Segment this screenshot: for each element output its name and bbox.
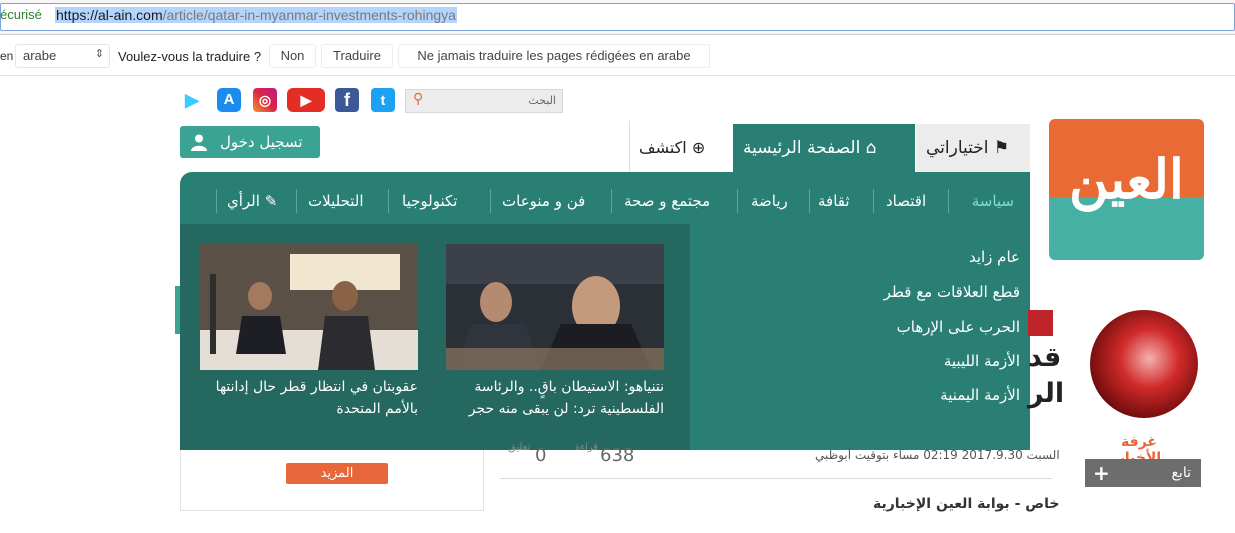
nav-item-sports[interactable]: رياضة bbox=[751, 192, 788, 210]
article-byline: خاص - بوابة العين الإخبارية bbox=[873, 496, 1060, 512]
home-tab-content: الصفحة الرئيسية ⌂ bbox=[743, 138, 877, 158]
views-label: قراءة bbox=[575, 442, 599, 453]
topic-link[interactable]: الحرب على الإرهاب bbox=[897, 318, 1020, 336]
twitter-icon[interactable]: t bbox=[371, 88, 395, 112]
topic-link[interactable]: الأزمة الليبية bbox=[944, 352, 1020, 370]
no-button[interactable]: Non bbox=[269, 44, 316, 68]
youtube-icon[interactable]: ▶ bbox=[287, 88, 325, 112]
tab-home[interactable]: الصفحة الرئيسية ⌂ bbox=[733, 124, 915, 172]
opinion-label: الرأي bbox=[227, 192, 260, 210]
comments-count: 0 bbox=[535, 445, 547, 466]
my-choices-label: اختياراتي bbox=[926, 138, 989, 158]
nav-divider bbox=[809, 189, 810, 213]
newsroom-avatar[interactable] bbox=[1090, 310, 1198, 418]
search-placeholder: البحث bbox=[528, 94, 556, 107]
url-text[interactable]: https://al-ain.com/article/qatar-in-myan… bbox=[55, 7, 457, 23]
translate-button[interactable]: Traduire bbox=[321, 44, 393, 68]
main-nav: سياسة اقتصاد ثقافة رياضة مجتمع و صحة فن … bbox=[180, 172, 1030, 224]
follow-label: تابع bbox=[1171, 465, 1191, 481]
nav-item-economy[interactable]: اقتصاد bbox=[886, 192, 926, 210]
nav-item-technology[interactable]: تكنولوجيا bbox=[402, 192, 457, 210]
search-input[interactable]: ⚲ البحث bbox=[405, 89, 563, 113]
more-button[interactable]: المزيد bbox=[286, 463, 388, 484]
nav-item-society[interactable]: مجتمع و صحة bbox=[624, 192, 710, 210]
url-path: /article/qatar-in-myanmar-investments-ro… bbox=[162, 7, 456, 23]
nav-divider bbox=[388, 189, 389, 213]
pen-icon: ✎ bbox=[264, 192, 278, 210]
news-image-1[interactable] bbox=[446, 244, 664, 370]
nav-divider bbox=[296, 189, 297, 213]
tab-my-choices[interactable]: اختياراتي ⚑ bbox=[916, 124, 1030, 172]
language-select[interactable]: arabe ⇕ bbox=[15, 44, 110, 68]
nav-item-arts[interactable]: فن و منوعات bbox=[502, 192, 585, 210]
discover-label: اكتشف bbox=[639, 138, 687, 157]
google-play-icon[interactable]: ▶ bbox=[180, 88, 204, 112]
discover-tab-content: اكتشف ⊕ bbox=[639, 138, 705, 157]
home-icon: ⌂ bbox=[865, 138, 877, 158]
translate-question: Voulez-vous la traduire ? bbox=[118, 49, 262, 64]
bookmark-icon: ⚑ bbox=[993, 138, 1010, 158]
article-date: السبت 2017.9.30 02:19 مساء بتوقيت أبوظبي bbox=[815, 448, 1060, 462]
login-button[interactable]: تسجيل دخول bbox=[180, 126, 320, 158]
search-icon[interactable]: ⚲ bbox=[413, 91, 423, 107]
headline-fragment: قد bbox=[1028, 342, 1062, 373]
facebook-icon[interactable]: f bbox=[335, 88, 359, 112]
side-tab[interactable] bbox=[175, 286, 180, 334]
nav-divider bbox=[216, 189, 217, 213]
login-label: تسجيل دخول bbox=[220, 133, 303, 151]
nav-divider bbox=[611, 189, 612, 213]
chevron-updown-icon: ⇕ bbox=[94, 48, 104, 60]
nav-item-culture[interactable]: ثقافة bbox=[818, 192, 850, 210]
nav-item-politics[interactable]: سياسة bbox=[972, 192, 1014, 210]
comments-label: تعليق bbox=[508, 442, 531, 453]
browser-address-bar: écurisé https://al-ain.com/article/qatar… bbox=[0, 0, 1235, 35]
never-translate-button[interactable]: Ne jamais traduire les pages rédigées en… bbox=[398, 44, 710, 68]
mine-tab-content: اختياراتي ⚑ bbox=[926, 138, 1009, 158]
home-label: الصفحة الرئيسية bbox=[743, 138, 861, 158]
topic-link[interactable]: الأزمة اليمنية bbox=[940, 386, 1020, 404]
follow-button[interactable]: + تابع bbox=[1085, 459, 1201, 487]
logo-text: العين bbox=[1069, 147, 1184, 211]
language-value: arabe bbox=[23, 48, 57, 63]
divider bbox=[500, 478, 1052, 479]
topics-list: عام زايد قطع العلاقات مع قطر الحرب على ا… bbox=[690, 224, 1030, 450]
nav-item-opinion[interactable]: الرأي ✎ bbox=[227, 192, 277, 210]
topic-link[interactable]: قطع العلاقات مع قطر bbox=[884, 283, 1020, 301]
nav-divider bbox=[737, 189, 738, 213]
nav-divider bbox=[948, 189, 949, 213]
nav-divider bbox=[490, 189, 491, 213]
instagram-icon[interactable]: ◎ bbox=[253, 88, 277, 112]
views-count: 638 bbox=[600, 445, 635, 466]
tab-discover[interactable]: اكتشف ⊕ bbox=[629, 121, 733, 172]
url-host: https://al-ain.com bbox=[56, 7, 163, 23]
security-label: écurisé bbox=[0, 7, 42, 22]
category-badge[interactable] bbox=[1028, 310, 1053, 336]
app-store-icon[interactable]: A bbox=[217, 88, 241, 112]
language-prefix: en bbox=[0, 49, 14, 63]
plus-icon: + bbox=[1093, 461, 1110, 485]
topic-link[interactable]: عام زايد bbox=[969, 248, 1020, 266]
plus-circle-icon: ⊕ bbox=[691, 138, 706, 157]
user-icon bbox=[191, 134, 207, 151]
nav-item-analyses[interactable]: التحليلات bbox=[308, 192, 364, 210]
news-image-2[interactable] bbox=[200, 244, 418, 370]
headline-fragment: الر bbox=[1028, 378, 1065, 409]
site-logo[interactable]: العين bbox=[1049, 119, 1204, 260]
news-title-2[interactable]: عقوبتان في انتظار قطر حال إدانتها بالأمم… bbox=[200, 376, 418, 420]
nav-divider bbox=[873, 189, 874, 213]
news-title-1[interactable]: نتنياهو: الاستيطان باقٍ.. والرئاسة الفلس… bbox=[446, 376, 664, 420]
